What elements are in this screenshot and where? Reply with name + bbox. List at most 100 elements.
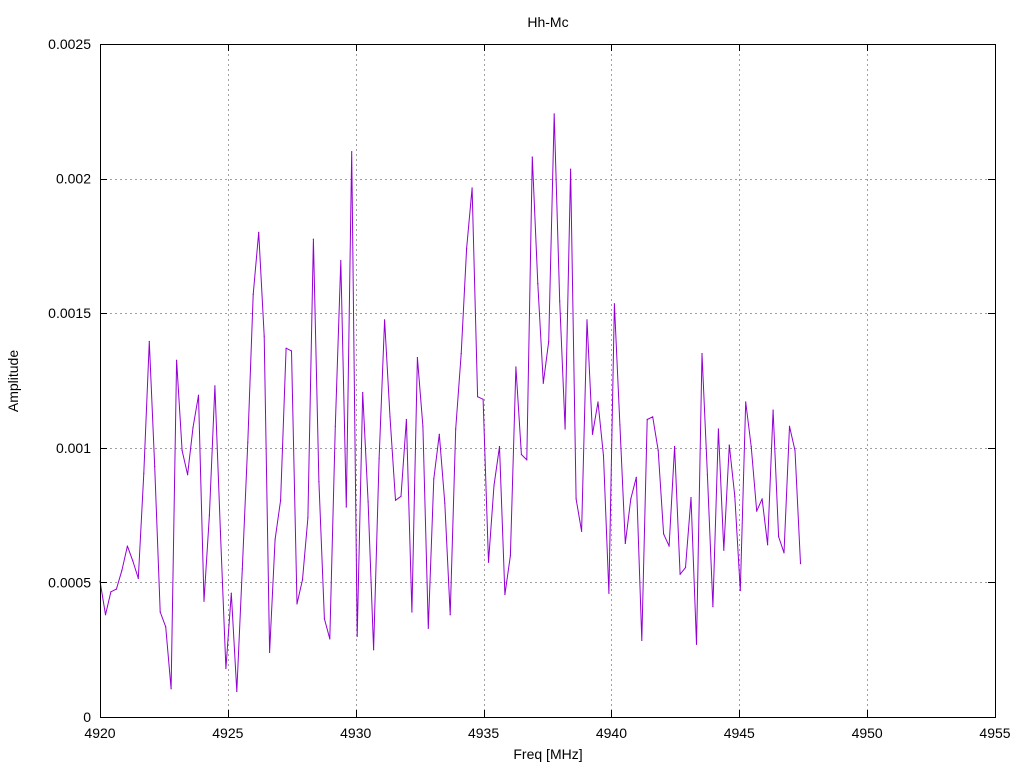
data-point (170, 688, 172, 690)
data-point (613, 303, 616, 305)
data-point (269, 651, 271, 654)
data-point (192, 427, 194, 429)
data-point (591, 433, 594, 435)
data-point (663, 533, 665, 535)
y-tick-label: 0.002 (56, 171, 91, 187)
data-point (318, 480, 320, 483)
data-point (154, 466, 156, 468)
data-point (608, 592, 610, 594)
data-point (695, 643, 698, 645)
data-point (301, 579, 304, 581)
data-point (405, 418, 407, 421)
data-point (455, 428, 457, 430)
data-point (181, 449, 183, 452)
data-point (247, 441, 249, 443)
y-tick-label: 0.001 (56, 440, 91, 456)
data-point (750, 445, 752, 448)
data-point (389, 416, 391, 418)
data-point (334, 425, 336, 427)
y-tick-label: 0 (83, 709, 91, 725)
data-point (411, 611, 413, 613)
data-point (515, 366, 517, 368)
data-point (176, 359, 178, 361)
data-point (668, 545, 670, 547)
data-point (203, 600, 205, 602)
data-point (570, 168, 572, 170)
x-tick-label: 4950 (852, 725, 883, 741)
data-point (537, 283, 539, 285)
data-point (646, 418, 648, 421)
data-point (487, 561, 490, 563)
x-axis-label: Freq [MHz] (513, 746, 582, 762)
data-point (384, 319, 386, 321)
data-point (165, 626, 167, 628)
data-point (460, 353, 462, 355)
data-point (739, 589, 741, 592)
data-point (674, 445, 676, 448)
data-point (400, 495, 402, 497)
data-point (602, 455, 605, 457)
data-point (657, 449, 659, 452)
data-point (471, 187, 473, 189)
data-point (712, 606, 714, 608)
x-tick-label: 4920 (84, 725, 115, 741)
data-point (586, 319, 588, 321)
y-tick-label: 0.0025 (48, 36, 91, 52)
data-point (531, 156, 533, 158)
data-point (214, 385, 216, 387)
data-point (329, 638, 331, 640)
data-point (236, 690, 238, 693)
data-point (351, 151, 353, 153)
data-point (641, 639, 643, 641)
data-point (312, 238, 314, 240)
data-point (373, 649, 375, 651)
data-point (734, 495, 736, 497)
data-point (104, 614, 107, 616)
chart-background (0, 0, 1024, 768)
data-point (394, 499, 397, 501)
data-point (110, 591, 112, 593)
data-point (449, 614, 451, 616)
data-point (296, 603, 298, 605)
data-point (788, 425, 791, 427)
data-point (799, 563, 802, 565)
data-point (137, 577, 139, 580)
data-point (208, 514, 210, 516)
data-point (630, 498, 632, 500)
data-point (444, 502, 446, 504)
data-point (241, 568, 243, 570)
data-point (438, 433, 440, 435)
data-point (121, 569, 123, 571)
data-point (493, 484, 495, 487)
data-point (187, 474, 189, 476)
data-point (772, 409, 774, 411)
data-point (126, 545, 128, 547)
data-point (422, 425, 424, 427)
data-point (263, 335, 265, 337)
data-point (427, 627, 429, 629)
data-point (115, 588, 117, 590)
data-point (767, 544, 769, 546)
data-point (520, 453, 523, 456)
data-point (340, 260, 342, 262)
data-point (433, 478, 435, 480)
data-point (559, 300, 561, 302)
data-point (723, 549, 725, 551)
data-point (498, 445, 501, 448)
data-point (542, 382, 544, 384)
data-point (345, 506, 347, 508)
data-point (466, 248, 468, 250)
data-point (706, 474, 709, 476)
data-point (701, 353, 703, 355)
data-point (597, 401, 599, 403)
data-point (581, 530, 583, 532)
x-tick-label: 4940 (596, 725, 627, 741)
data-point (290, 350, 293, 352)
data-point (504, 593, 506, 596)
data-point (280, 499, 282, 501)
data-point (690, 497, 692, 499)
data-point (274, 538, 276, 540)
data-point (575, 498, 577, 500)
data-point (230, 592, 232, 594)
data-point (652, 416, 654, 418)
